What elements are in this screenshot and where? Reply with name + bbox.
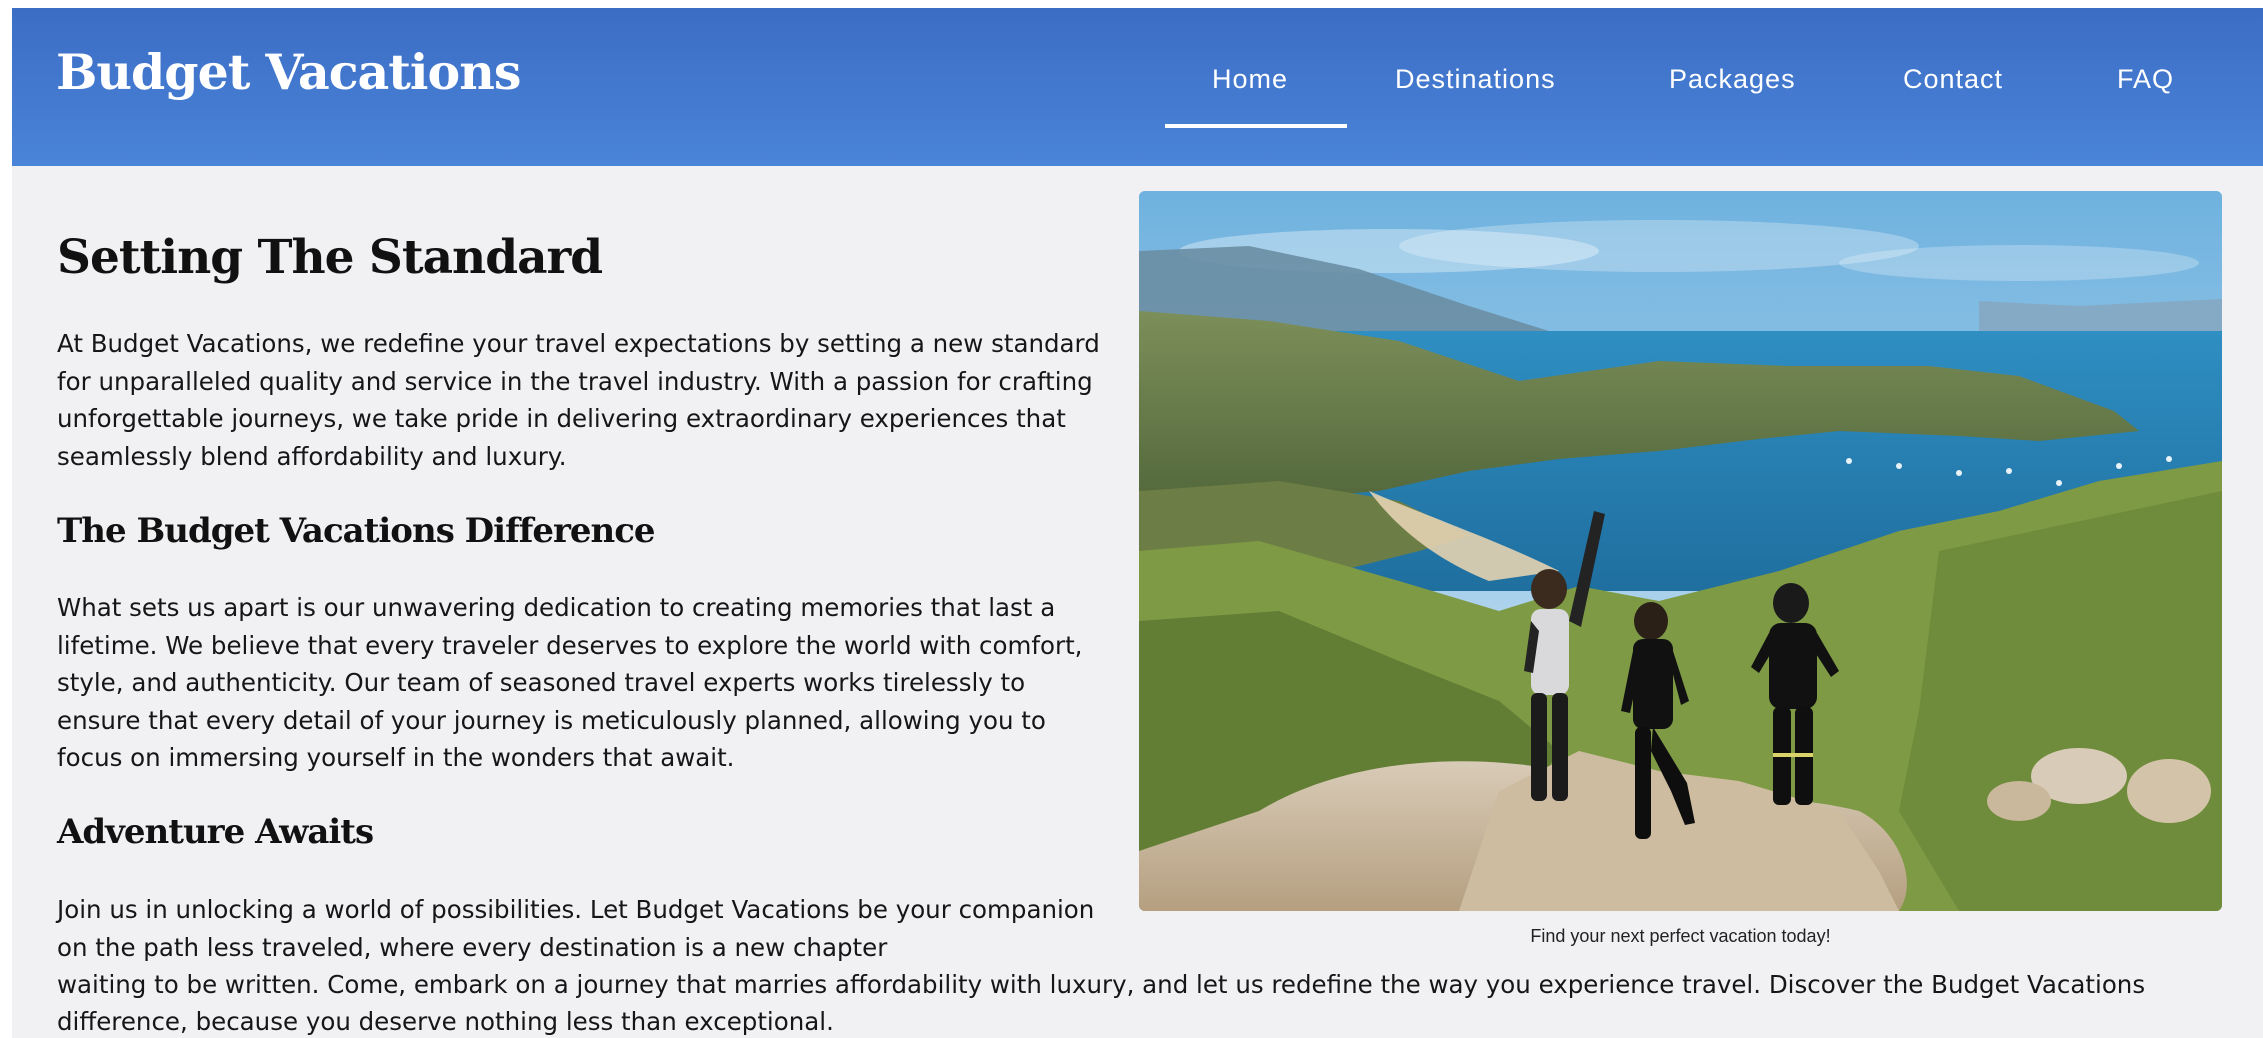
- nav-packages[interactable]: Packages: [1669, 64, 1796, 95]
- nav-contact[interactable]: Contact: [1903, 64, 2003, 95]
- adventure-paragraph-line4: difference, because you deserve nothing …: [57, 1007, 834, 1036]
- intro-paragraph: At Budget Vacations, we redefine your tr…: [57, 329, 1100, 471]
- site-header: Budget Vacations Home Destinations Packa…: [12, 8, 2263, 166]
- brand-logo[interactable]: Budget Vacations: [56, 48, 521, 97]
- hero-image: [1139, 191, 2222, 911]
- nav-active-indicator: [1165, 124, 1347, 128]
- nav-faq[interactable]: FAQ: [2117, 64, 2174, 95]
- page-title: Setting The Standard: [57, 230, 603, 285]
- page: Budget Vacations Home Destinations Packa…: [12, 8, 2263, 1038]
- coastal-landscape-illustration: [1139, 191, 2222, 911]
- image-caption: Find your next perfect vacation today!: [1530, 926, 1831, 946]
- adventure-paragraph-line3: waiting to be written. Come, embark on a…: [57, 970, 2146, 999]
- nav-home[interactable]: Home: [1212, 64, 1288, 95]
- difference-paragraph: What sets us apart is our unwavering ded…: [57, 593, 1083, 772]
- difference-heading: The Budget Vacations Difference: [57, 511, 656, 551]
- nav-destinations[interactable]: Destinations: [1395, 64, 1556, 95]
- adventure-heading: Adventure Awaits: [57, 812, 374, 852]
- adventure-paragraph: Join us in unlocking a world of possibil…: [57, 895, 1095, 962]
